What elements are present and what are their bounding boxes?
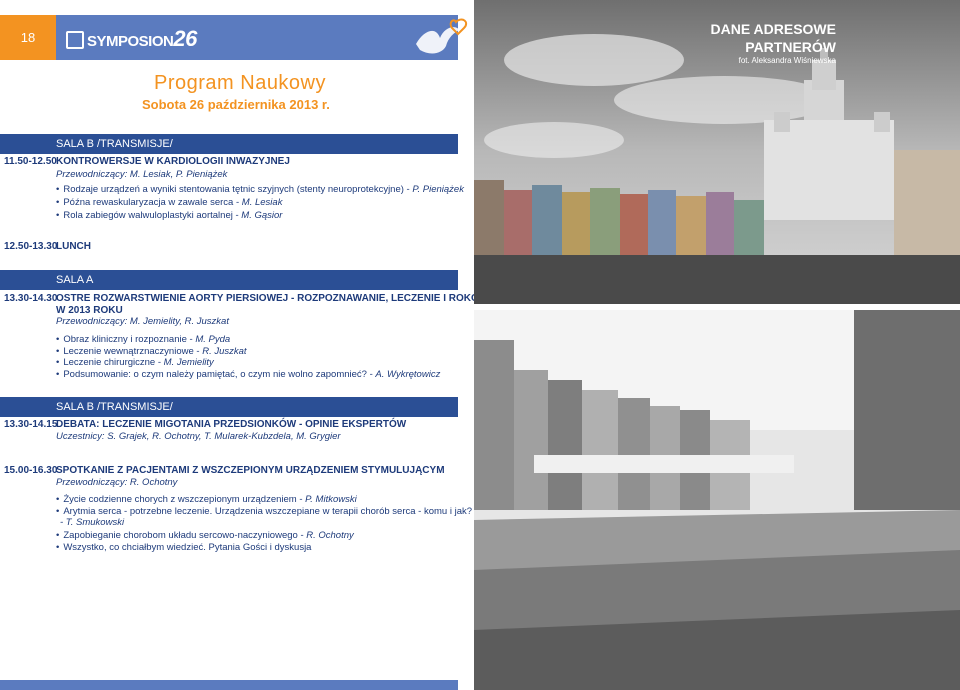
session-chair: Przewodniczący: R. Ochotny (56, 477, 178, 488)
list-item: Późna rewaskularyzacja w zawale serca - … (56, 197, 282, 208)
session-title: DEBATA: LECZENIE MIGOTANIA PRZEDSIONKÓW … (56, 419, 407, 430)
session-title-cont: W 2013 ROKU (56, 305, 123, 316)
list-item: Rodzaje urządzeń a wyniki stentowania tę… (56, 184, 464, 195)
sala-label: SALA B /TRANSMISJE/ (56, 138, 173, 150)
list-item: Leczenie wewnątrznaczyniowe - R. Juszkat (56, 346, 246, 357)
session-time: 13.30-14.30 (4, 293, 58, 304)
lunch-label: LUNCH (56, 241, 91, 252)
list-item: Zapobieganie chorobom układu sercowo-nac… (56, 530, 353, 541)
logo-number: 26 (173, 26, 197, 51)
footer-band (0, 680, 458, 690)
sala-b-bar: SALA B /TRANSMISJE/ (0, 134, 458, 154)
lunch-time: 12.50-13.30 (4, 241, 58, 252)
session-time: 13.30-14.15 (4, 419, 58, 430)
photo-credit: fot. Aleksandra Wiśniewska (738, 56, 836, 65)
program-date: Sobota 26 października 2013 r. (142, 97, 330, 112)
address-title: DANE ADRESOWE (710, 21, 837, 37)
session-title: OSTRE ROZWARSTWIENIE AORTY PIERSIOWEJ - … (56, 293, 512, 304)
page-number: 18 (0, 15, 56, 60)
old-town-square-photo (474, 0, 960, 304)
list-item: Życie codzienne chorych z wszczepionym u… (56, 494, 356, 505)
session-title: SPOTKANIE Z PACJENTAMI Z WSZCZEPIONYM UR… (56, 465, 445, 476)
sala-a-bar: SALA A (0, 270, 458, 290)
list-item: Podsumowanie: o czym należy pamiętać, o … (56, 369, 440, 380)
symposion-logo: SYMPOSION26 (66, 26, 197, 52)
partners-title: PARTNERÓW (745, 39, 836, 55)
list-item: Leczenie chirurgiczne - M. Jemielity (56, 357, 213, 368)
session-time: 11.50-12.50 (4, 156, 57, 167)
list-item: Arytmia serca - potrzebne leczenie. Urzą… (56, 506, 472, 517)
dove-heart-icon (416, 18, 468, 54)
logo-text: SYMPOSION (87, 33, 174, 50)
sala-b-bar-2: SALA B /TRANSMISJE/ (0, 397, 458, 417)
sala-label: SALA B /TRANSMISJE/ (56, 401, 173, 413)
session-title: KONTROWERSJE W KARDIOLOGII INWAZYJNEJ (56, 156, 290, 167)
program-title: Program Naukowy (154, 72, 327, 94)
market-houses-photo (474, 310, 960, 690)
session-time: 15.00-16.30 (4, 465, 58, 476)
list-item-continuation: - T. Smukowski (60, 517, 125, 528)
list-item: Wszystko, co chciałbym wiedzieć. Pytania… (56, 542, 311, 553)
logo-mark-icon (66, 31, 84, 49)
sala-label: SALA A (56, 274, 94, 286)
session-participants: Uczestnicy: S. Grajek, R. Ochotny, T. Mu… (56, 431, 341, 442)
session-chair: Przewodniczący: M. Jemielity, R. Juszkat (56, 316, 229, 327)
list-item: Obraz kliniczny i rozpoznanie - M. Pyda (56, 334, 230, 345)
session-chair: Przewodniczący: M. Lesiak, P. Pieniążek (56, 169, 228, 180)
list-item: Rola zabiegów walwuloplastyki aortalnej … (56, 210, 282, 221)
